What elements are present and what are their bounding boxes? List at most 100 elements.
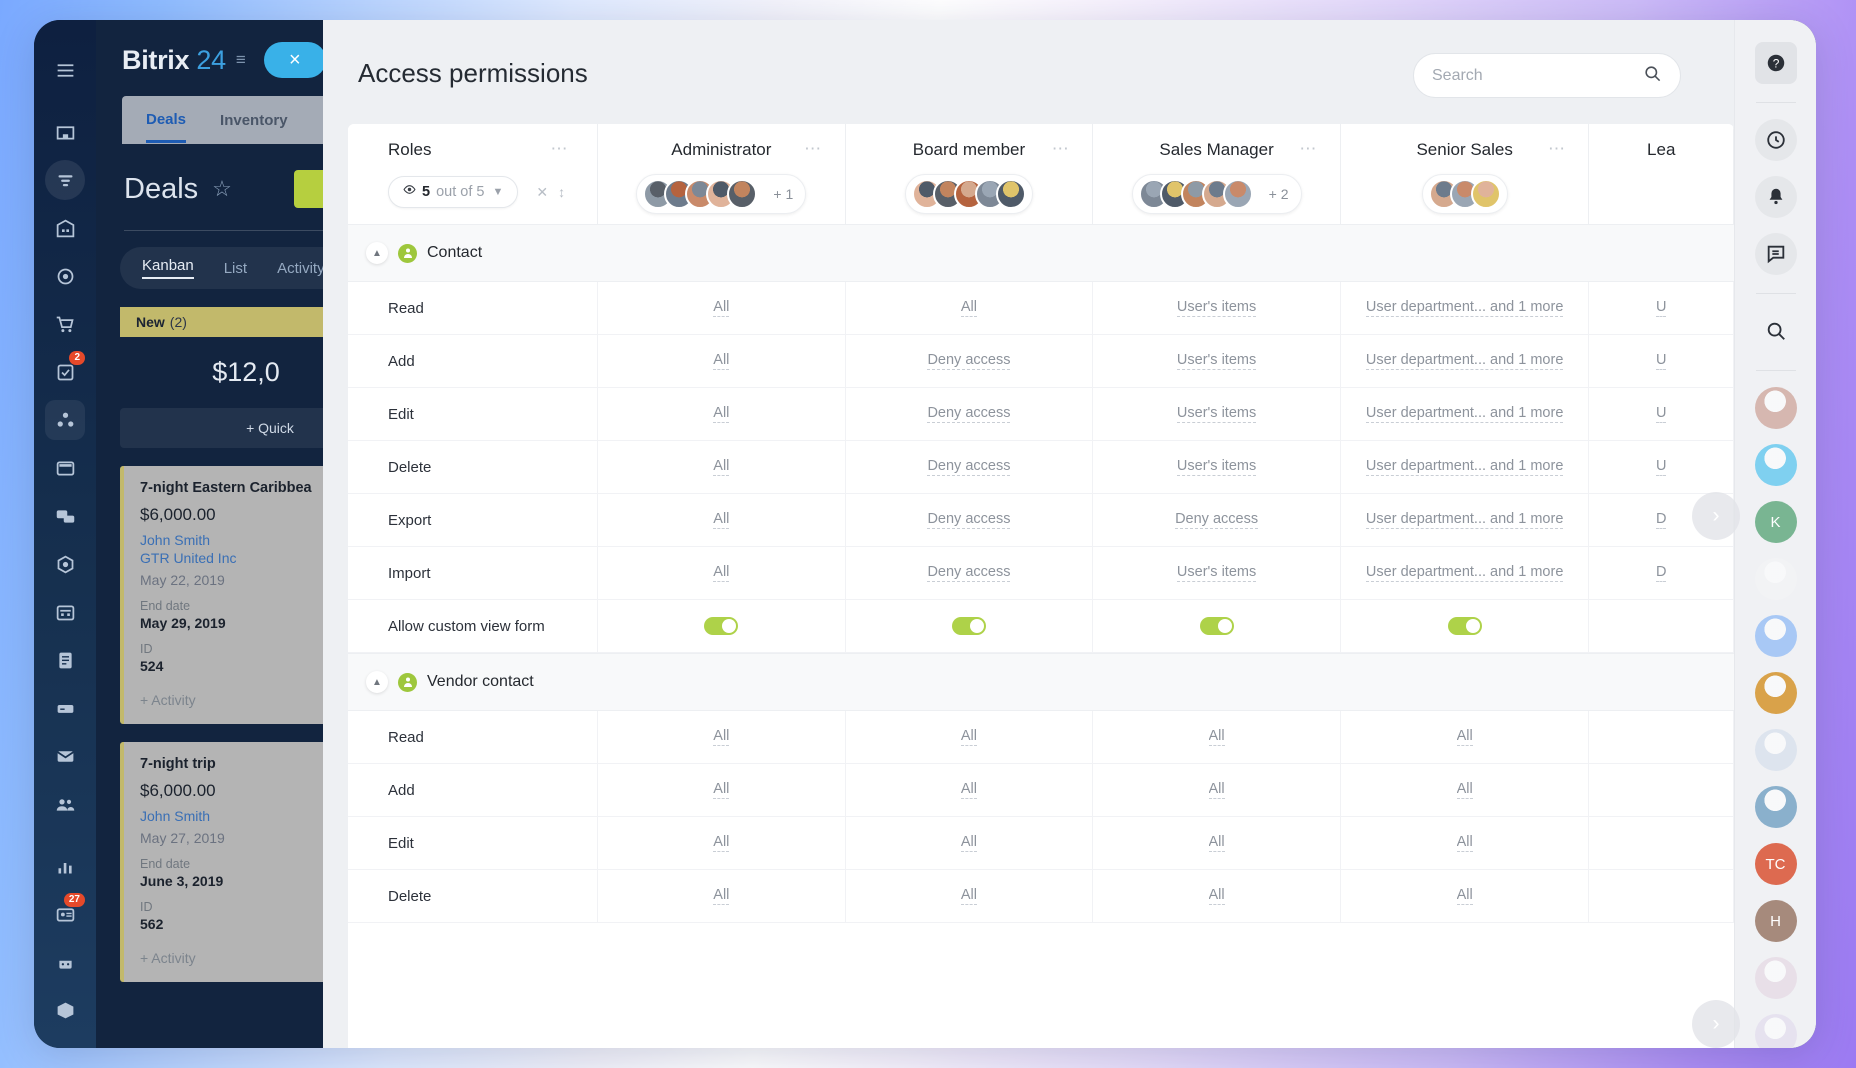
role-menu-icon[interactable]: ⋯ <box>1548 144 1567 154</box>
permission-value[interactable]: User's items <box>1177 405 1256 423</box>
avatar-person-blue[interactable] <box>1755 786 1797 828</box>
permission-toggle-cell[interactable] <box>1093 600 1341 652</box>
signature-icon[interactable] <box>45 1038 85 1048</box>
settings-sliders-icon[interactable]: ≡ <box>236 50 246 70</box>
search-box[interactable] <box>1413 53 1681 98</box>
permission-value-cell[interactable]: User department... and 1 more <box>1341 335 1590 387</box>
chat-transfer-icon[interactable] <box>1755 233 1797 275</box>
permission-value-cell[interactable]: U <box>1589 441 1734 493</box>
avatar-initial-k[interactable]: K <box>1755 501 1797 543</box>
tab-kanban[interactable]: Kanban <box>142 257 194 279</box>
permission-value-cell[interactable]: Deny access <box>846 441 1094 493</box>
permission-value[interactable]: All <box>1457 887 1473 905</box>
search-icon[interactable] <box>1643 64 1662 88</box>
permission-value[interactable]: U <box>1656 458 1666 476</box>
permission-value[interactable]: All <box>713 458 729 476</box>
help-icon[interactable]: ? <box>1755 42 1797 84</box>
permission-value[interactable]: All <box>1209 887 1225 905</box>
bitrix24-logo[interactable]: Bitrix 24 <box>122 45 226 76</box>
favorite-star-icon[interactable]: ☆ <box>212 176 232 202</box>
permission-value-cell[interactable]: User's items <box>1093 547 1341 599</box>
crm-target-icon[interactable] <box>45 256 85 296</box>
permission-value[interactable]: User's items <box>1177 564 1256 582</box>
documents-icon[interactable] <box>45 640 85 680</box>
tab-inventory[interactable]: Inventory <box>220 112 288 129</box>
permission-value-cell[interactable]: Deny access <box>846 547 1094 599</box>
permission-value-cell[interactable]: User's items <box>1093 388 1341 440</box>
collapse-chevron-icon[interactable]: ▲ <box>366 671 388 693</box>
permission-value-cell[interactable]: User's items <box>1093 335 1341 387</box>
permission-value-cell[interactable]: U <box>1589 335 1734 387</box>
permission-toggle-cell[interactable] <box>846 600 1094 652</box>
permission-value-cell[interactable]: All <box>598 764 846 816</box>
search-icon[interactable] <box>1755 310 1797 352</box>
permission-value[interactable]: All <box>1209 781 1225 799</box>
permission-value[interactable]: All <box>713 887 729 905</box>
permission-value-cell[interactable]: All <box>1341 764 1590 816</box>
permission-value[interactable]: Deny access <box>927 511 1010 529</box>
permission-value-cell[interactable] <box>1589 870 1734 922</box>
permission-value[interactable]: Deny access <box>927 458 1010 476</box>
permission-value-cell[interactable]: All <box>598 388 846 440</box>
avatar-chat-bubble[interactable] <box>1755 444 1797 486</box>
permission-value-cell[interactable]: All <box>846 817 1094 869</box>
roles-menu-icon[interactable]: ⋯ <box>551 144 570 154</box>
permission-value[interactable]: User's items <box>1177 299 1256 317</box>
avatar-person-yellow[interactable] <box>1755 672 1797 714</box>
close-icon[interactable]: × <box>264 42 326 78</box>
collapse-chevron-icon[interactable]: ▲ <box>366 242 388 264</box>
permission-value-cell[interactable]: D <box>1589 547 1734 599</box>
tab-deals[interactable]: Deals <box>146 111 186 143</box>
permission-value[interactable]: All <box>1457 781 1473 799</box>
avatar-pattern[interactable] <box>1755 387 1797 429</box>
cart-icon[interactable] <box>45 304 85 344</box>
permission-value[interactable]: User department... and 1 more <box>1366 564 1563 582</box>
permission-value[interactable]: All <box>713 405 729 423</box>
scroll-right-arrow-icon[interactable]: › <box>1692 1000 1740 1048</box>
hexagon-icon[interactable] <box>45 544 85 584</box>
avatar-initials-tc[interactable]: TC <box>1755 843 1797 885</box>
permission-value-cell[interactable]: Deny access <box>846 388 1094 440</box>
permission-value-cell[interactable]: All <box>1093 817 1341 869</box>
permission-value[interactable]: User department... and 1 more <box>1366 352 1563 370</box>
permission-value-cell[interactable] <box>1589 711 1734 763</box>
role-members-avatars[interactable]: + 2 <box>1132 174 1302 214</box>
permission-toggle[interactable] <box>952 617 986 635</box>
avatar[interactable] <box>727 179 757 209</box>
permission-value-cell[interactable]: All <box>1341 817 1590 869</box>
permission-toggle[interactable] <box>1200 617 1234 635</box>
permission-value[interactable]: All <box>713 564 729 582</box>
permission-value-cell[interactable]: User department... and 1 more <box>1341 388 1590 440</box>
permission-value-cell[interactable]: Deny access <box>1093 494 1341 546</box>
drive-icon[interactable] <box>45 688 85 728</box>
calendar-icon[interactable] <box>45 592 85 632</box>
permission-value[interactable]: All <box>713 299 729 317</box>
permission-value-cell[interactable]: All <box>598 441 846 493</box>
permission-toggle-cell[interactable] <box>1589 600 1734 652</box>
permission-value-cell[interactable]: User's items <box>1093 282 1341 334</box>
permission-value[interactable]: All <box>961 299 977 317</box>
permission-value[interactable]: All <box>1209 834 1225 852</box>
collapse-columns-icon[interactable]: ✕ <box>536 184 548 201</box>
analytics-icon[interactable] <box>45 846 85 886</box>
notifications-bell-icon[interactable] <box>1755 176 1797 218</box>
home-icon[interactable] <box>45 112 85 152</box>
role-menu-icon[interactable]: ⋯ <box>1052 144 1071 154</box>
permission-value[interactable]: All <box>713 781 729 799</box>
permission-value[interactable]: All <box>961 834 977 852</box>
search-input[interactable] <box>1432 67 1643 85</box>
employees-icon[interactable]: 27 <box>45 894 85 934</box>
avatar-workspace[interactable] <box>1755 729 1797 771</box>
permission-value-cell[interactable]: All <box>598 494 846 546</box>
permission-value-cell[interactable]: All <box>598 711 846 763</box>
permission-value[interactable]: U <box>1656 405 1666 423</box>
permission-value[interactable]: Deny access <box>927 564 1010 582</box>
role-members-avatars[interactable]: + 1 <box>636 174 806 214</box>
permission-value[interactable]: All <box>1457 728 1473 746</box>
contacts-icon[interactable] <box>45 784 85 824</box>
role-menu-icon[interactable]: ⋯ <box>804 144 823 154</box>
company-icon[interactable] <box>45 208 85 248</box>
timeman-icon[interactable] <box>1755 119 1797 161</box>
permission-value-cell[interactable]: All <box>1093 764 1341 816</box>
permission-value[interactable]: U <box>1656 299 1666 317</box>
